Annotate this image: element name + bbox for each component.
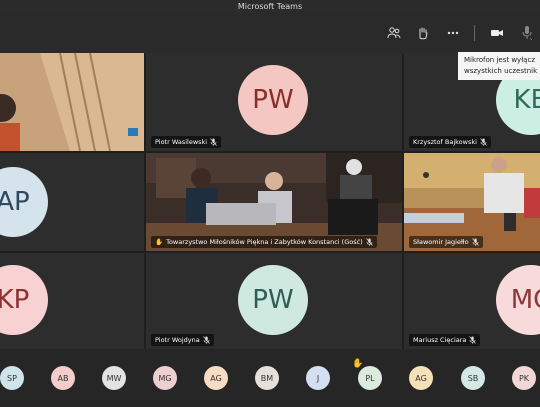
- video-tile-slawomir-jagiello[interactable]: Sławomir Jagiełło: [404, 153, 540, 251]
- participant-name: Towarzystwo Miłośników Piękna i Zabytków…: [166, 238, 363, 246]
- raised-hand-icon: ✋: [155, 238, 164, 246]
- mic-muted-icon: [365, 238, 373, 246]
- avatar: AP: [0, 167, 48, 237]
- participant-avatar[interactable]: PK: [512, 366, 536, 390]
- participant-strip: SP AB MW MG AG BM J ✋ PL AG SB PK: [0, 349, 540, 407]
- avatar-initials: PK: [518, 373, 530, 383]
- avatar-initials: MW: [106, 373, 122, 383]
- participant-name: Krzysztof Bajkowski: [413, 138, 477, 146]
- participant-avatar[interactable]: MG: [153, 366, 177, 390]
- window-title-bar: Microsoft Teams: [0, 0, 540, 13]
- participant-avatar[interactable]: AB: [51, 366, 75, 390]
- tooltip-line-1: Mikrofon jest wyłącz: [464, 56, 535, 64]
- participants-icon[interactable]: [383, 22, 405, 44]
- avatar-initials: AG: [210, 373, 222, 383]
- participant-avatar[interactable]: PL: [358, 366, 382, 390]
- avatar-initials: J: [316, 373, 320, 383]
- more-options-icon[interactable]: [442, 22, 464, 44]
- participant-name-label: Piotr Wojdyna: [151, 334, 214, 346]
- avatar-initials: PW: [252, 85, 294, 115]
- participant-avatar[interactable]: AG: [204, 366, 228, 390]
- camera-icon[interactable]: [486, 22, 508, 44]
- raised-hand-icon: ✋: [352, 359, 364, 369]
- avatar: KP: [0, 265, 48, 335]
- participant-name-label: ✋ Towarzystwo Miłośników Piękna i Zabytk…: [151, 236, 377, 248]
- participant-avatar[interactable]: MW: [102, 366, 126, 390]
- participant-tile-piotr-wojdyna[interactable]: PW Piotr Wojdyna: [146, 253, 402, 349]
- participant-avatar[interactable]: SP: [0, 366, 24, 390]
- tooltip-line-2: wszystkich uczestnik: [464, 67, 538, 75]
- participant-tile-ap[interactable]: AP: [0, 153, 144, 251]
- video-grid: PW Piotr Wasilewski KB Krzysztof Bajkows…: [0, 53, 540, 349]
- mic-muted-icon: [469, 336, 477, 344]
- avatar-initials: AB: [57, 373, 69, 383]
- avatar: MC: [496, 265, 540, 335]
- participant-name: Mariusz Cięciara: [413, 336, 467, 344]
- avatar-initials: KP: [0, 285, 30, 315]
- participant-video: [0, 53, 144, 151]
- participant-avatar[interactable]: SB: [461, 366, 485, 390]
- participant-name-label: Piotr Wasilewski: [151, 136, 222, 148]
- participant-tile-piotr-wasilewski[interactable]: PW Piotr Wasilewski: [146, 53, 402, 151]
- participant-name-label: Krzysztof Bajkowski: [409, 136, 491, 148]
- mic-muted-icon: [471, 238, 479, 246]
- mic-muted-icon: [480, 138, 487, 146]
- window-title: Microsoft Teams: [237, 2, 303, 11]
- participant-tile-mariusz-ciecara[interactable]: MC Mariusz Cięciara: [404, 253, 540, 349]
- avatar-initials: KB: [513, 85, 540, 115]
- participant-name-label: Sławomir Jagiełło: [409, 236, 483, 248]
- avatar-initials: PL: [365, 373, 375, 383]
- meeting-toolbar: [0, 13, 540, 53]
- participant-name: Piotr Wasilewski: [155, 138, 208, 146]
- participant-avatar[interactable]: J: [306, 366, 330, 390]
- participant-tile-kp[interactable]: KP: [0, 253, 144, 349]
- avatar-initials: MG: [158, 373, 172, 383]
- avatar: PW: [238, 65, 308, 135]
- microphone-tooltip: Mikrofon jest wyłącz wszystkich uczestni…: [458, 52, 540, 80]
- video-tile-top-left[interactable]: [0, 53, 144, 151]
- avatar: PW: [238, 265, 308, 335]
- avatar-initials: PW: [252, 285, 294, 315]
- participant-avatar[interactable]: AG: [409, 366, 433, 390]
- toolbar-divider: [474, 25, 475, 41]
- avatar-initials: SP: [7, 373, 17, 383]
- avatar-initials: MC: [510, 285, 540, 315]
- avatar-initials: BM: [260, 373, 274, 383]
- avatar-initials: AG: [415, 373, 427, 383]
- avatar-initials: SB: [467, 373, 479, 383]
- participant-name: Sławomir Jagiełło: [413, 238, 469, 246]
- avatar-initials: AP: [0, 187, 30, 217]
- participant-name-label: Mariusz Cięciara: [409, 334, 481, 346]
- participant-name: Piotr Wojdyna: [155, 336, 200, 344]
- video-tile-towarzystwo[interactable]: ✋ Towarzystwo Miłośników Piękna i Zabytk…: [146, 153, 402, 251]
- raise-hand-icon[interactable]: [412, 22, 434, 44]
- mic-muted-icon: [210, 138, 217, 146]
- participant-avatar[interactable]: BM: [255, 366, 279, 390]
- microphone-icon[interactable]: [516, 22, 538, 44]
- mic-muted-icon: [202, 336, 210, 344]
